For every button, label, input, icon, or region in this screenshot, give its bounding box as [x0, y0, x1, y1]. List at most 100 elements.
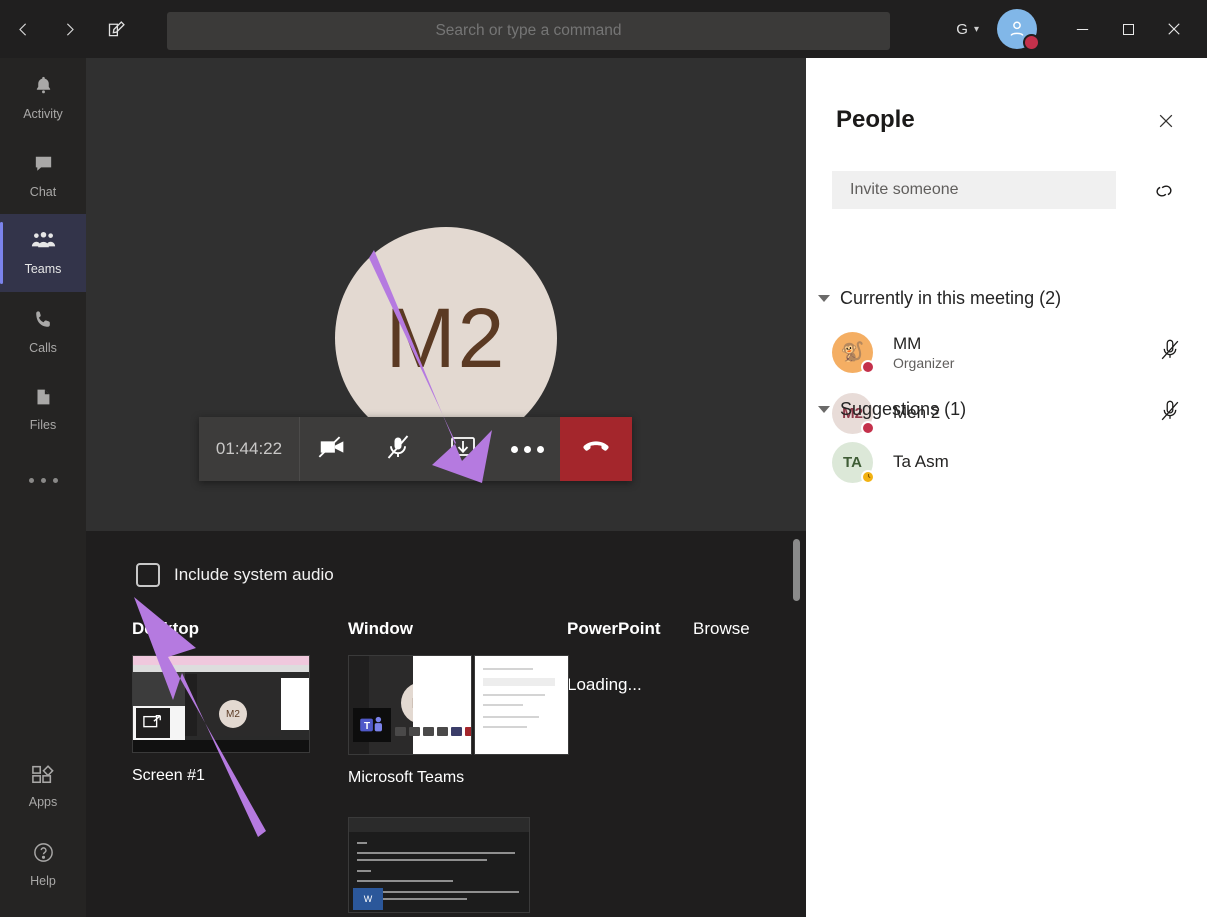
copy-link-icon[interactable] [1148, 176, 1180, 206]
status-badge [1023, 34, 1040, 51]
column-header-window: Window [348, 619, 413, 639]
sidebar-item-activity[interactable]: Activity [0, 58, 86, 136]
status-badge [861, 360, 875, 374]
sidebar-item-label: Activity [23, 107, 63, 121]
chevron-down-icon [818, 406, 830, 413]
avatar-initials: TA [843, 454, 862, 471]
include-system-audio-checkbox[interactable] [136, 563, 160, 587]
participant-row-ta-asm[interactable]: TA Ta Asm [832, 436, 1192, 488]
teams-app-icon: T [353, 708, 391, 742]
share-option-microsoft-teams[interactable]: M2 T Microsoft Teams [348, 655, 472, 787]
column-header-powerpoint: PowerPoint [567, 619, 661, 639]
share-option-window-2[interactable] [474, 655, 569, 769]
more-dots-icon[interactable] [0, 448, 86, 512]
sidebar-item-label: Teams [25, 262, 62, 276]
screen-1-thumbnail: M2 [132, 655, 310, 753]
org-switcher[interactable]: G ▾ [948, 21, 987, 38]
sidebar-item-label: Help [30, 874, 56, 888]
org-label: G [956, 21, 968, 38]
hang-up-button[interactable] [560, 417, 632, 481]
section-label: Suggestions (1) [840, 399, 966, 420]
avatar: 🐒 [832, 332, 873, 373]
chevron-down-icon [818, 295, 830, 302]
sidebar-item-files[interactable]: Files [0, 370, 86, 448]
meeting-control-bar: 01:44:22 [199, 417, 632, 481]
chat-icon [32, 152, 55, 180]
sidebar-item-teams[interactable]: Teams [0, 214, 86, 292]
camera-off-icon [317, 434, 349, 465]
participant-name: Ta Asm [893, 452, 949, 472]
sidebar-item-chat[interactable]: Chat [0, 136, 86, 214]
stage-participant-initials: M2 [386, 290, 507, 387]
share-screen-icon [448, 434, 478, 465]
back-button[interactable] [9, 15, 37, 43]
minimize-icon[interactable] [1059, 0, 1105, 58]
status-badge [861, 470, 875, 484]
files-icon [32, 386, 54, 413]
participant-role: Organizer [893, 355, 954, 371]
close-icon[interactable] [1151, 0, 1197, 58]
invite-someone-input[interactable] [832, 171, 1116, 209]
share-option-window-3[interactable]: W [348, 817, 530, 917]
chevron-down-icon: ▾ [974, 24, 979, 35]
stage-participant-avatar: M2 [335, 227, 557, 449]
more-actions-button[interactable] [495, 417, 560, 481]
share-tray-scrollbar-track[interactable] [793, 539, 800, 909]
mic-off-icon[interactable] [1158, 338, 1182, 367]
sidebar-item-label: Files [30, 418, 56, 432]
microsoft-teams-thumbnail: M2 T [348, 655, 472, 755]
avatar: TA [832, 442, 873, 483]
avatar-emoji: 🐒 [841, 340, 865, 364]
section-label: Currently in this meeting (2) [840, 288, 1061, 309]
teams-window: G ▾ Activity [0, 0, 1207, 917]
teams-people-icon [31, 230, 56, 257]
more-dots-icon [511, 446, 544, 453]
people-panel: People Currently in this meeting (2) 🐒 M… [806, 58, 1207, 917]
bell-icon [32, 74, 55, 102]
meeting-timer: 01:44:22 [199, 417, 300, 481]
share-option-screen-1[interactable]: M2 Screen #1 [132, 655, 310, 785]
section-suggestions[interactable]: Suggestions (1) [818, 399, 966, 420]
share-tray-scrollbar-thumb[interactable] [793, 539, 800, 601]
participant-info: MM Organizer [893, 334, 954, 371]
share-tray-column-headers: Desktop Window PowerPoint Browse [86, 619, 806, 645]
app-sidebar: Activity Chat Teams Calls [0, 58, 86, 917]
svg-text:T: T [364, 721, 370, 732]
titlebar-right-controls: G ▾ [948, 0, 1207, 58]
window-2-thumbnail [474, 655, 569, 755]
apps-icon [31, 763, 55, 790]
participant-name: MM [893, 334, 954, 354]
screen-share-icon [136, 708, 170, 738]
column-header-desktop: Desktop [132, 619, 199, 639]
compose-new-chat-icon[interactable] [92, 9, 140, 49]
close-icon[interactable] [1153, 108, 1179, 134]
window-3-thumbnail: W [348, 817, 530, 913]
mic-toggle-button[interactable] [365, 417, 430, 481]
sidebar-item-label: Apps [29, 795, 58, 809]
include-system-audio-row[interactable]: Include system audio [136, 563, 334, 587]
nav-buttons [0, 15, 92, 43]
maximize-icon[interactable] [1105, 0, 1151, 58]
page-title: People [836, 106, 915, 134]
mic-off-icon[interactable] [1158, 399, 1182, 428]
hang-up-icon [580, 437, 612, 462]
participant-info: Ta Asm [893, 452, 949, 472]
word-app-icon: W [353, 888, 383, 910]
browse-button[interactable]: Browse [693, 619, 750, 639]
powerpoint-loading-status: Loading... [567, 675, 642, 695]
camera-toggle-button[interactable] [300, 417, 365, 481]
sidebar-item-label: Chat [30, 185, 56, 199]
avatar[interactable] [997, 9, 1037, 49]
sidebar-item-help[interactable]: Help [0, 825, 86, 903]
share-tray: Include system audio Desktop Window Powe… [86, 531, 806, 917]
include-system-audio-label: Include system audio [174, 565, 334, 585]
share-screen-button[interactable] [430, 417, 495, 481]
sidebar-item-apps[interactable]: Apps [0, 747, 86, 825]
participant-row-mm[interactable]: 🐒 MM Organizer [832, 326, 1192, 378]
help-question-icon [32, 841, 55, 869]
search-input[interactable] [167, 12, 890, 50]
sidebar-item-calls[interactable]: Calls [0, 292, 86, 370]
mic-off-icon [384, 433, 412, 466]
forward-button[interactable] [55, 15, 83, 43]
section-currently-in-meeting[interactable]: Currently in this meeting (2) [818, 288, 1061, 309]
